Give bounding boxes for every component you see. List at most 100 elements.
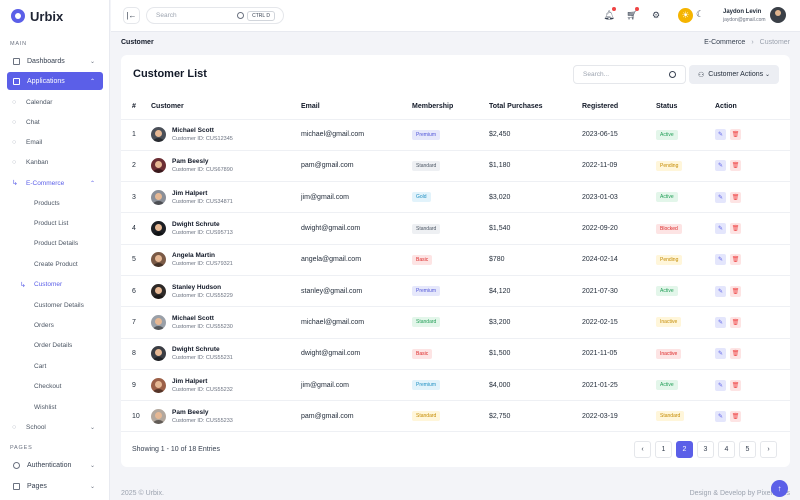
customer-name[interactable]: Michael Scott bbox=[172, 127, 233, 134]
customer-name[interactable]: Jim Halpert bbox=[172, 190, 233, 197]
sidebar-subitem-checkout[interactable]: Checkout bbox=[20, 380, 61, 394]
customer-name[interactable]: Dwight Schrute bbox=[172, 346, 233, 353]
sidebar-subitem-cart[interactable]: Cart bbox=[20, 359, 46, 373]
header-search-input[interactable]: Search CTRL D bbox=[146, 7, 284, 24]
scroll-to-top-button[interactable]: ↑ bbox=[771, 480, 788, 497]
edit-icon[interactable]: ✎ bbox=[715, 285, 726, 297]
customer-name[interactable]: Dwight Schrute bbox=[172, 221, 233, 228]
edit-icon[interactable]: ✎ bbox=[715, 129, 726, 141]
next-page-button[interactable]: › bbox=[760, 441, 777, 458]
bullet-icon: ○ bbox=[12, 158, 17, 166]
sidebar-subitem-email[interactable]: ○ Email bbox=[12, 135, 42, 149]
customer-cell: Pam Beesly Customer ID: CUS67890 bbox=[151, 150, 301, 183]
sidebar-subitem-order-details[interactable]: Order Details bbox=[20, 339, 72, 353]
sidebar-subitem-kanban[interactable]: ○ Kanban bbox=[12, 155, 48, 169]
settings-gear-icon[interactable]: ⚙︎ bbox=[649, 8, 663, 22]
sidebar-item-dashboards[interactable]: Dashboards ⌄ bbox=[7, 52, 103, 70]
sidebar-item-applications[interactable]: Applications ⌃ bbox=[7, 72, 103, 90]
edit-icon[interactable]: ✎ bbox=[715, 348, 726, 360]
column-header[interactable]: Action bbox=[715, 95, 790, 120]
trash-icon[interactable]: 🗑︎ bbox=[730, 160, 741, 172]
sidebar-toggle-button[interactable]: |← bbox=[123, 7, 140, 24]
edit-icon[interactable]: ✎ bbox=[715, 223, 726, 235]
column-header[interactable]: Registered bbox=[582, 95, 656, 120]
row-number: 1 bbox=[121, 119, 151, 151]
sidebar-item-label: Applications bbox=[27, 77, 65, 85]
page-button-1[interactable]: 1 bbox=[655, 441, 672, 458]
registered-date: 2022-11-09 bbox=[582, 150, 656, 183]
column-header[interactable]: Status bbox=[656, 95, 715, 120]
breadcrumb-parent-link[interactable]: E-Commerce bbox=[704, 39, 745, 46]
trash-icon[interactable]: 🗑︎ bbox=[730, 223, 741, 235]
edit-icon[interactable]: ✎ bbox=[715, 316, 726, 328]
sidebar-subitem-product-list[interactable]: Product List bbox=[20, 216, 68, 230]
edit-icon[interactable]: ✎ bbox=[715, 160, 726, 172]
sidebar-subitem-customer[interactable]: ↳ Customer bbox=[20, 278, 62, 292]
trash-icon[interactable]: 🗑︎ bbox=[730, 254, 741, 266]
trash-icon[interactable]: 🗑︎ bbox=[730, 348, 741, 360]
brand-logo[interactable]: Urbix bbox=[0, 0, 109, 32]
sidebar-item-label: Authentication bbox=[27, 461, 72, 469]
customer-name[interactable]: Michael Scott bbox=[172, 315, 233, 322]
sidebar-subitem-school[interactable]: ○ School ⌄ bbox=[12, 420, 95, 434]
trash-icon[interactable]: 🗑︎ bbox=[730, 191, 741, 203]
sidebar-subitem-wishlist[interactable]: Wishlist bbox=[20, 400, 56, 414]
customer-name[interactable]: Pam Beesly bbox=[172, 409, 233, 416]
edit-icon[interactable]: ✎ bbox=[715, 410, 726, 422]
table-row: 3 Jim Halpert Customer ID: CUS34871 jim@gma… bbox=[121, 181, 790, 214]
customer-name[interactable]: Angela Martin bbox=[172, 252, 233, 259]
customer-actions-dropdown[interactable]: ⚇ Customer Actions ⌄ bbox=[689, 65, 779, 84]
edit-icon[interactable]: ✎ bbox=[715, 191, 726, 203]
customer-id: Customer ID: CUS79321 bbox=[172, 261, 233, 268]
light-mode-sun-icon[interactable]: ☀︎ bbox=[678, 8, 693, 23]
edit-icon[interactable]: ✎ bbox=[715, 254, 726, 266]
bullet-icon: ○ bbox=[12, 423, 17, 431]
page-button-3[interactable]: 3 bbox=[697, 441, 714, 458]
notification-bell-icon[interactable]: 🔔︎ bbox=[602, 7, 616, 22]
membership-cell: Premium bbox=[412, 119, 489, 151]
sidebar-item-pages[interactable]: Pages ⌄ bbox=[7, 477, 103, 495]
page-button-2[interactable]: 2 bbox=[676, 441, 693, 458]
trash-icon[interactable]: 🗑︎ bbox=[730, 410, 741, 422]
page-button-4[interactable]: 4 bbox=[718, 441, 735, 458]
trash-icon[interactable]: 🗑︎ bbox=[730, 129, 741, 141]
sidebar-subitem-ecommerce[interactable]: ↳ E-Commerce ⌃ bbox=[12, 176, 95, 190]
customer-search-input[interactable]: Search... bbox=[573, 65, 686, 84]
edit-icon[interactable]: ✎ bbox=[715, 379, 726, 391]
chevron-down-icon: ⌄ bbox=[90, 424, 96, 431]
action-cell: ✎ 🗑︎ bbox=[715, 400, 790, 433]
column-header[interactable]: Customer bbox=[151, 95, 301, 120]
column-header[interactable]: # bbox=[121, 95, 151, 120]
column-header[interactable]: Email bbox=[301, 95, 412, 120]
column-header[interactable]: Membership bbox=[412, 95, 489, 120]
sidebar-subitem-calendar[interactable]: ○ Calendar bbox=[12, 95, 52, 109]
sidebar-subitem-chat[interactable]: ○ Chat bbox=[12, 115, 40, 129]
sidebar-item-authentication[interactable]: Authentication ⌄ bbox=[7, 456, 103, 474]
trash-icon[interactable]: 🗑︎ bbox=[730, 285, 741, 297]
user-avatar[interactable] bbox=[770, 7, 786, 23]
total-purchases: $4,120 bbox=[489, 275, 582, 308]
action-cell: ✎ 🗑︎ bbox=[715, 338, 790, 370]
customer-email: jim@gmail.com bbox=[301, 181, 412, 214]
sidebar-subitem-create-product[interactable]: Create Product bbox=[20, 257, 78, 271]
sidebar-subitem-customer-details[interactable]: Customer Details bbox=[20, 298, 84, 312]
sidebar-subitem-product-details[interactable]: Product Details bbox=[20, 237, 78, 251]
page-button-5[interactable]: 5 bbox=[739, 441, 756, 458]
registered-date: 2021-01-25 bbox=[582, 369, 656, 402]
total-purchases: $3,200 bbox=[489, 306, 582, 339]
customer-name[interactable]: Pam Beesly bbox=[172, 158, 233, 165]
customer-name[interactable]: Jim Halpert bbox=[172, 378, 233, 385]
customer-id: Customer ID: CUS55229 bbox=[172, 292, 233, 299]
customer-avatar bbox=[151, 346, 166, 362]
trash-icon[interactable]: 🗑︎ bbox=[730, 316, 741, 328]
dark-mode-moon-icon[interactable]: ☾ bbox=[696, 9, 704, 20]
cart-icon[interactable]: 🛒︎ bbox=[625, 7, 639, 22]
trash-icon[interactable]: 🗑︎ bbox=[730, 379, 741, 391]
table-row: 5 Angela Martin Customer ID: CUS79321 angel… bbox=[121, 244, 790, 276]
column-header[interactable]: Total Purchases bbox=[489, 95, 582, 120]
table-row: 6 Stanley Hudson Customer ID: CUS55229 stan… bbox=[121, 275, 790, 308]
sidebar-subitem-products[interactable]: Products bbox=[20, 196, 60, 210]
sidebar-subitem-orders[interactable]: Orders bbox=[20, 318, 54, 332]
customer-name[interactable]: Stanley Hudson bbox=[172, 284, 233, 291]
prev-page-button[interactable]: ‹ bbox=[634, 441, 651, 458]
